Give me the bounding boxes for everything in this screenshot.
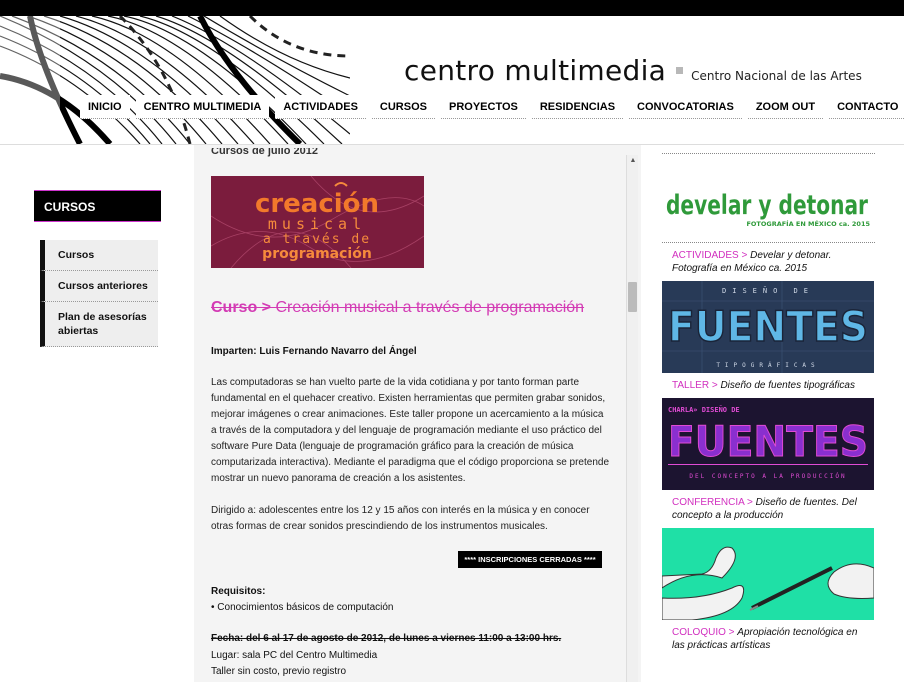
course-title-text: Creación musical a través de programació…: [275, 299, 585, 316]
promo-coloquio-image[interactable]: [662, 528, 874, 620]
promo-column: develar y detonar FOTOGRAFÍA EN MÉXICO c…: [662, 145, 875, 658]
promo-develar-headline: develar y detonar: [666, 190, 869, 221]
brand-title: centro multimedia: [404, 54, 667, 87]
nav-centro-multimedia[interactable]: CENTRO MULTIMEDIA: [135, 95, 270, 119]
promo-fuentes-taller-bottom: TIPOGRÁFICAS: [716, 362, 819, 369]
course-image[interactable]: creación musical a través de programació…: [211, 176, 424, 268]
nav-proyectos[interactable]: PROYECTOS: [440, 95, 526, 119]
promo-coloquio-category: COLOQUIO >: [672, 627, 735, 638]
course-image-art: creación musical a través de programació…: [211, 176, 424, 268]
course-place: Lugar: sala PC del Centro Multimedia: [211, 650, 378, 661]
course-image-line3: a través de: [263, 232, 371, 247]
promo-fuentes-taller-text: Diseño de fuentes tipográficas: [720, 380, 855, 391]
banner-artwork: [0, 16, 350, 144]
top-black-bar: [0, 0, 904, 16]
course-audience: Dirigido a: adolescentes entre los 12 y …: [211, 505, 590, 532]
promo-develar-art: develar y detonar FOTOGRAFÍA EN MÉXICO c…: [666, 190, 870, 228]
promo-develar-category: ACTIVIDADES >: [672, 250, 748, 261]
cut-off-text: Cursos de julio 2012: [211, 148, 318, 157]
promo-fuentes-taller-caption[interactable]: TALLER > Diseño de fuentes tipográficas: [662, 373, 875, 398]
course-image-line2: musical: [268, 215, 366, 233]
promo-fuentes-charla-art: CHARLA» DISEÑO DE FUENTES DEL CONCEPTO A…: [662, 398, 874, 490]
site-header: centro multimedia Centro Nacional de las…: [0, 16, 904, 144]
main-content: Cursos de julio 2012 creación musical a …: [194, 145, 641, 682]
content-scrollbar[interactable]: ▲: [626, 155, 638, 682]
requirements-item: • Conocimientos básicos de computación: [211, 602, 394, 613]
scroll-up-arrow-icon[interactable]: ▲: [627, 155, 639, 167]
course-title[interactable]: Curso > Creación musical a través de pro…: [211, 299, 624, 317]
course-teachers: Imparten: Luis Fernando Navarro del Ánge…: [211, 346, 417, 357]
nav-cursos[interactable]: CURSOS: [371, 95, 435, 119]
nav-convocatorias[interactable]: CONVOCATORIAS: [629, 95, 742, 119]
nav-actividades[interactable]: ACTIVIDADES: [275, 95, 366, 119]
registrations-closed-button[interactable]: **** INSCRIPCIONES CERRADAS ****: [458, 551, 602, 568]
promo-fuentes-taller-big: FUENTES: [668, 302, 868, 351]
course-title-prefix: Curso >: [211, 299, 272, 316]
brand-subtitle: Centro Nacional de las Artes: [691, 69, 862, 83]
promo-develar-caption[interactable]: ACTIVIDADES > Develar y detonar. Fotogra…: [662, 243, 875, 281]
promo-coloquio-caption[interactable]: COLOQUIO > Apropiación tecnológica en la…: [662, 620, 875, 658]
promo-fuentes-charla-big: FUENTES: [668, 417, 868, 466]
nav-contacto[interactable]: CONTACTO: [829, 95, 904, 119]
nav-residencias[interactable]: RESIDENCIAS: [531, 95, 624, 119]
nav-inicio[interactable]: INICIO: [80, 95, 130, 119]
course-image-line4: programación: [262, 246, 372, 262]
promo-develar-image[interactable]: develar y detonar FOTOGRAFÍA EN MÉXICO c…: [662, 154, 874, 242]
promo-fuentes-charla-caption[interactable]: CONFERENCIA > Diseño de fuentes. Del con…: [662, 490, 875, 528]
brand-logo[interactable]: centro multimedia Centro Nacional de las…: [404, 54, 862, 88]
promo-fuentes-taller-art: DISEÑO DE FUENTES TIPOGRÁFICAS: [662, 281, 874, 373]
sidebar-item-cursos-anteriores[interactable]: Cursos anteriores: [40, 271, 158, 302]
main-navigation: INICIO CENTRO MULTIMEDIA ACTIVIDADES CUR…: [80, 95, 904, 119]
promo-fuentes-taller-top: DISEÑO DE: [722, 286, 814, 295]
course-cost: Taller sin costo, previo registro: [211, 666, 347, 677]
scrollbar-thumb[interactable]: [628, 282, 637, 312]
promo-fuentes-charla-image[interactable]: CHARLA» DISEÑO DE FUENTES DEL CONCEPTO A…: [662, 398, 874, 490]
promo-develar-tagline: FOTOGRAFÍA EN MÉXICO ca. 2015: [746, 219, 870, 228]
sidebar-menu: Cursos Cursos anteriores Plan de asesorí…: [40, 240, 158, 347]
brand-separator-square: [676, 67, 684, 74]
requirements-heading: Requisitos:: [211, 586, 266, 597]
promo-fuentes-taller-image[interactable]: DISEÑO DE FUENTES TIPOGRÁFICAS: [662, 281, 874, 373]
course-date: Fecha: del 6 al 17 de agosto de 2012, de…: [211, 633, 562, 644]
sidebar-heading: CURSOS: [34, 190, 161, 222]
promo-fuentes-charla-top: CHARLA» DISEÑO DE: [668, 405, 740, 414]
promo-fuentes-taller-category: TALLER >: [672, 380, 718, 391]
course-description: Las computadoras se han vuelto parte de …: [211, 377, 610, 484]
promo-coloquio-art: [662, 528, 874, 620]
sidebar-item-cursos[interactable]: Cursos: [40, 240, 158, 271]
nav-zoom-out[interactable]: ZOOM OUT: [747, 95, 824, 119]
promo-fuentes-charla-bottom: DEL CONCEPTO A LA PRODUCCIÓN: [689, 473, 846, 480]
sidebar-item-plan-asesorias[interactable]: Plan de asesorías abiertas: [40, 302, 158, 347]
promo-fuentes-charla-category: CONFERENCIA >: [672, 497, 753, 508]
